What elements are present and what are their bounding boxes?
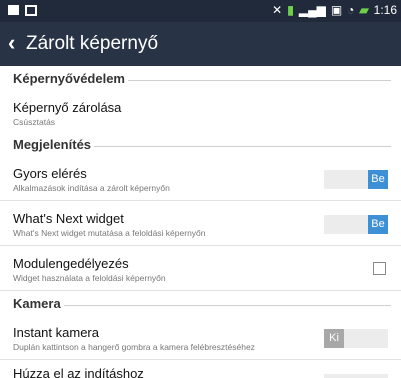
- section-label: Kamera: [13, 296, 64, 311]
- setting-instant-camera[interactable]: Instant kamera Duplán kattintson a hange…: [0, 315, 401, 360]
- notification-icon: [8, 5, 19, 15]
- section-header-display: Megjelenítés: [0, 132, 401, 156]
- setting-subtitle: What's Next widget mutatása a feloldási …: [13, 228, 206, 238]
- section-header-camera: Kamera: [0, 291, 401, 315]
- setting-screen-lock[interactable]: Képernyő zárolása Csúsztatás: [0, 90, 401, 132]
- sim-icon: ▮: [287, 3, 294, 17]
- section-header-screen-protection: Képernyővédelem: [0, 66, 401, 90]
- setting-title: What's Next widget: [13, 211, 124, 226]
- section-label: Képernyővédelem: [13, 71, 128, 86]
- whats-next-toggle[interactable]: Be: [324, 215, 388, 234]
- chevron-left-icon[interactable]: ‹: [8, 32, 15, 54]
- page-title: Zárolt képernyő: [26, 33, 159, 54]
- toggle-knob: Ki: [324, 329, 344, 348]
- toggle-knob: Be: [368, 170, 388, 189]
- setting-title: Képernyő zárolása: [13, 100, 122, 115]
- setting-subtitle: Alkalmazások indítása a zárolt képernyőn: [13, 183, 170, 193]
- widget-enable-checkbox[interactable]: [373, 262, 386, 275]
- setting-quick-access[interactable]: Gyors elérés Alkalmazások indítása a zár…: [0, 156, 401, 201]
- setting-whats-next-widget[interactable]: What's Next widget What's Next widget mu…: [0, 201, 401, 246]
- instant-camera-toggle[interactable]: Ki: [324, 329, 388, 348]
- signal-icon: ▂▄▆: [298, 3, 326, 17]
- quick-access-toggle[interactable]: Be: [324, 170, 388, 189]
- swipe-launch-toggle[interactable]: [324, 374, 388, 378]
- status-time: 1:16: [373, 3, 397, 17]
- setting-subtitle: Widget használata a feloldási képernyőn: [13, 273, 166, 283]
- section-label: Megjelenítés: [13, 137, 95, 152]
- setting-subtitle: Csúsztatás: [13, 117, 56, 127]
- mute-icon: ✕: [272, 3, 283, 17]
- data-icon: ▣: [330, 3, 343, 17]
- message-icon: [25, 5, 37, 16]
- settings-list: Képernyővédelem Képernyő zárolása Csúszt…: [0, 66, 401, 360]
- setting-title: Modulengedélyezés: [13, 256, 129, 271]
- setting-subtitle: Duplán kattintson a hangerő gombra a kam…: [13, 342, 255, 352]
- wifi-signal-icon: ◔: [347, 3, 355, 17]
- setting-title: Instant kamera: [13, 325, 99, 340]
- setting-title: Húzza el az indításhoz: [13, 366, 144, 378]
- setting-swipe-to-launch[interactable]: Húzza el az indításhoz: [0, 364, 401, 378]
- status-bar: ✕ ▮ ▂▄▆ ▣ ◔ ▰ 1:16: [0, 0, 401, 22]
- setting-widget-enable[interactable]: Modulengedélyezés Widget használata a fe…: [0, 246, 401, 291]
- section-divider: [13, 305, 391, 306]
- app-bar: ‹ Zárolt képernyő: [0, 22, 401, 66]
- setting-title: Gyors elérés: [13, 166, 87, 181]
- battery-icon: ▰: [359, 3, 369, 17]
- toggle-knob: Be: [368, 215, 388, 234]
